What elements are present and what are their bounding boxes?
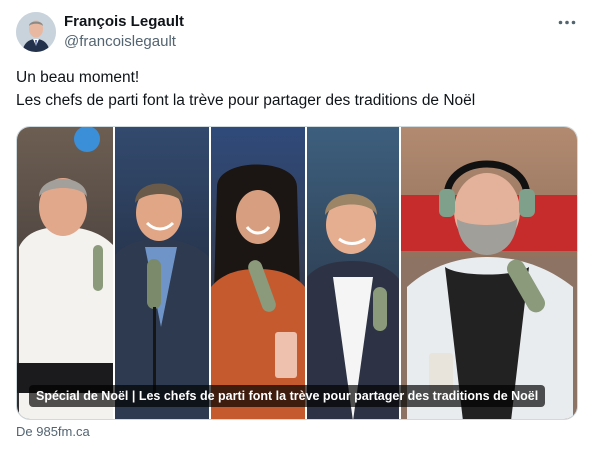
link-card[interactable]: Spécial de Noël | Les chefs de parti fon… bbox=[16, 126, 578, 420]
card-image bbox=[17, 127, 577, 419]
profile-photo-icon bbox=[16, 12, 56, 52]
author-info: François Legault @francoislegault bbox=[64, 12, 184, 52]
photo-panel-3 bbox=[211, 127, 305, 419]
tweet-text: Un beau moment! Les chefs de parti font … bbox=[16, 66, 586, 112]
photo-panel-5 bbox=[401, 127, 577, 419]
avatar[interactable] bbox=[16, 12, 56, 52]
card-caption: Spécial de Noël | Les chefs de parti fon… bbox=[29, 385, 546, 407]
tweet: François Legault @francoislegault Un bea… bbox=[0, 0, 600, 449]
tweet-text-line-1: Un beau moment! bbox=[16, 69, 140, 86]
user-handle[interactable]: @francoislegault bbox=[64, 32, 184, 52]
tweet-text-line-2: Les chefs de parti font la trève pour pa… bbox=[16, 92, 476, 109]
more-options-button[interactable] bbox=[556, 12, 578, 32]
more-horizontal-icon bbox=[558, 20, 576, 24]
photo-panel-1 bbox=[17, 127, 113, 419]
photo-panel-4 bbox=[307, 127, 399, 419]
photo-panel-2 bbox=[115, 127, 209, 419]
card-source-link[interactable]: De 985fm.ca bbox=[16, 424, 90, 439]
display-name[interactable]: François Legault bbox=[64, 12, 184, 32]
